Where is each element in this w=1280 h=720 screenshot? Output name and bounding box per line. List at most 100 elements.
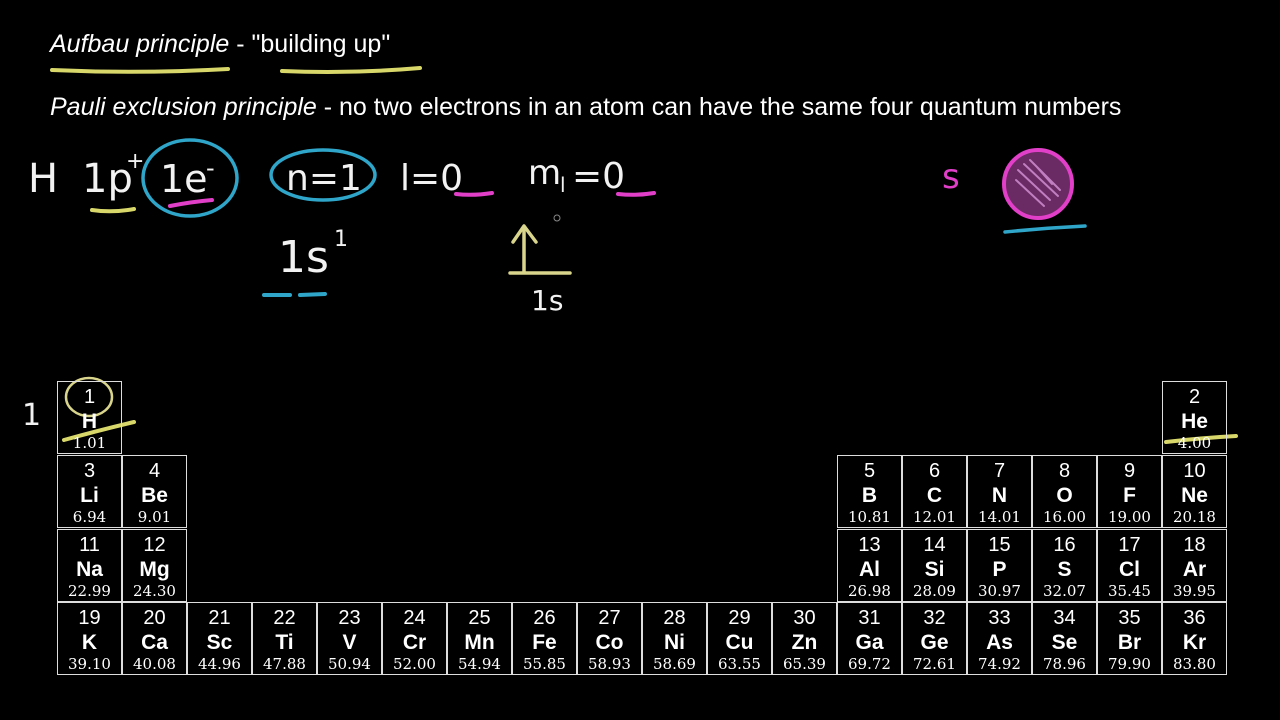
element-cell-se: 34 Se 78.96: [1032, 602, 1097, 675]
element-cell-li: 3 Li 6.94: [57, 455, 122, 528]
hw-ml: m: [528, 153, 561, 193]
atomic-number: 25: [468, 607, 491, 629]
atomic-mass: 65.39: [783, 655, 826, 673]
atomic-number: 31: [858, 607, 881, 629]
element-symbol: Al: [859, 558, 880, 581]
element-symbol: Cr: [402, 631, 427, 654]
element-cell-be: 4 Be 9.01: [122, 455, 187, 528]
atomic-mass: 24.30: [133, 582, 176, 600]
atomic-number: 4: [148, 460, 161, 482]
element-cell-cl: 17 Cl 35.45: [1097, 529, 1162, 602]
atomic-number: 32: [923, 607, 946, 629]
hw-s-label: s: [942, 157, 960, 197]
atomic-mass: 20.18: [1173, 508, 1216, 526]
atomic-number: 5: [863, 460, 876, 482]
atomic-mass: 10.81: [848, 508, 891, 526]
element-cell-al: 13 Al 26.98: [837, 529, 902, 602]
element-cell-co: 27 Co 58.93: [577, 602, 642, 675]
atomic-mass: 69.72: [848, 655, 891, 673]
element-cell-na: 11 Na 22.99: [57, 529, 122, 602]
atomic-mass: 32.07: [1043, 582, 1086, 600]
element-cell-cu: 29 Cu 63.55: [707, 602, 772, 675]
element-cell-br: 35 Br 79.90: [1097, 602, 1162, 675]
atomic-mass: 50.94: [328, 655, 371, 673]
element-symbol: V: [342, 631, 357, 654]
element-symbol: F: [1123, 484, 1136, 507]
element-cell-ne: 10 Ne 20.18: [1162, 455, 1227, 528]
atomic-mass: 19.00: [1108, 508, 1151, 526]
atomic-number: 21: [208, 607, 231, 629]
protons-underline: [90, 207, 136, 214]
hw-ml-val: =0: [572, 156, 625, 197]
element-cell-sc: 21 Sc 44.96: [187, 602, 252, 675]
atomic-number: 22: [273, 607, 296, 629]
atomic-mass: 1.01: [72, 434, 107, 452]
hw-n: n=1: [286, 158, 362, 199]
element-cell-ni: 28 Ni 58.69: [642, 602, 707, 675]
element-symbol: H: [81, 410, 98, 433]
atomic-mass: 58.69: [653, 655, 696, 673]
atomic-mass: 74.92: [978, 655, 1021, 673]
atomic-number: 18: [1183, 534, 1206, 556]
atomic-mass: 35.45: [1108, 582, 1151, 600]
element-cell-n: 7 N 14.01: [967, 455, 1032, 528]
ml-magenta-underline: [616, 191, 656, 197]
element-symbol: Ga: [855, 631, 884, 654]
element-symbol: Fe: [532, 631, 557, 654]
atomic-number: 1: [83, 386, 96, 408]
element-cell-k: 19 K 39.10: [57, 602, 122, 675]
cursor-dot: [553, 214, 561, 222]
element-symbol: Br: [1117, 631, 1142, 654]
element-symbol: Mg: [139, 558, 170, 581]
atomic-number: 35: [1118, 607, 1141, 629]
element-symbol: Si: [924, 558, 945, 581]
element-symbol: He: [1181, 410, 1208, 433]
atomic-number: 15: [988, 534, 1011, 556]
element-cell-p: 15 P 30.97: [967, 529, 1032, 602]
atomic-mass: 55.85: [523, 655, 566, 673]
element-symbol: Mn: [464, 631, 495, 654]
element-cell-s: 16 S 32.07: [1032, 529, 1097, 602]
element-symbol: Ti: [275, 631, 294, 654]
l-magenta-underline: [454, 191, 494, 197]
aufbau-underline: [50, 67, 230, 74]
hw-period-label: 1: [22, 398, 41, 433]
element-cell-ca: 20 Ca 40.08: [122, 602, 187, 675]
hw-electrons-sup: -: [206, 154, 215, 182]
element-cell-zn: 30 Zn 65.39: [772, 602, 837, 675]
hw-electrons: 1e: [160, 157, 208, 201]
element-symbol: Se: [1051, 631, 1078, 654]
atomic-mass: 30.97: [978, 582, 1021, 600]
element-symbol: Zn: [791, 631, 818, 654]
element-symbol: Na: [76, 558, 103, 581]
element-cell-mg: 12 Mg 24.30: [122, 529, 187, 602]
element-cell-h: 1 H 1.01: [57, 381, 122, 454]
element-symbol: Co: [595, 631, 624, 654]
atomic-number: 7: [993, 460, 1006, 482]
atomic-number: 11: [79, 534, 100, 556]
element-symbol: Ni: [664, 631, 685, 654]
atomic-number: 19: [78, 607, 101, 629]
atomic-mass: 63.55: [718, 655, 761, 673]
atomic-number: 28: [663, 607, 686, 629]
element-symbol: As: [986, 631, 1013, 654]
config-teal-dash-2: [298, 292, 327, 297]
element-symbol: Li: [80, 484, 99, 507]
atomic-mass: 39.95: [1173, 582, 1216, 600]
atomic-mass: 9.01: [137, 508, 172, 526]
element-cell-v: 23 V 50.94: [317, 602, 382, 675]
hw-protons-sup: +: [126, 149, 144, 174]
atomic-number: 12: [143, 534, 166, 556]
atomic-mass: 26.98: [848, 582, 891, 600]
element-cell-as: 33 As 74.92: [967, 602, 1032, 675]
atomic-mass: 4.00: [1177, 434, 1212, 452]
atomic-number: 34: [1053, 607, 1076, 629]
atomic-number: 17: [1118, 534, 1141, 556]
atomic-number: 13: [858, 534, 881, 556]
atomic-number: 30: [793, 607, 816, 629]
element-symbol: B: [861, 484, 878, 507]
element-cell-ga: 31 Ga 69.72: [837, 602, 902, 675]
atomic-mass: 47.88: [263, 655, 306, 673]
atomic-number: 3: [83, 460, 96, 482]
element-symbol: Be: [141, 484, 168, 507]
